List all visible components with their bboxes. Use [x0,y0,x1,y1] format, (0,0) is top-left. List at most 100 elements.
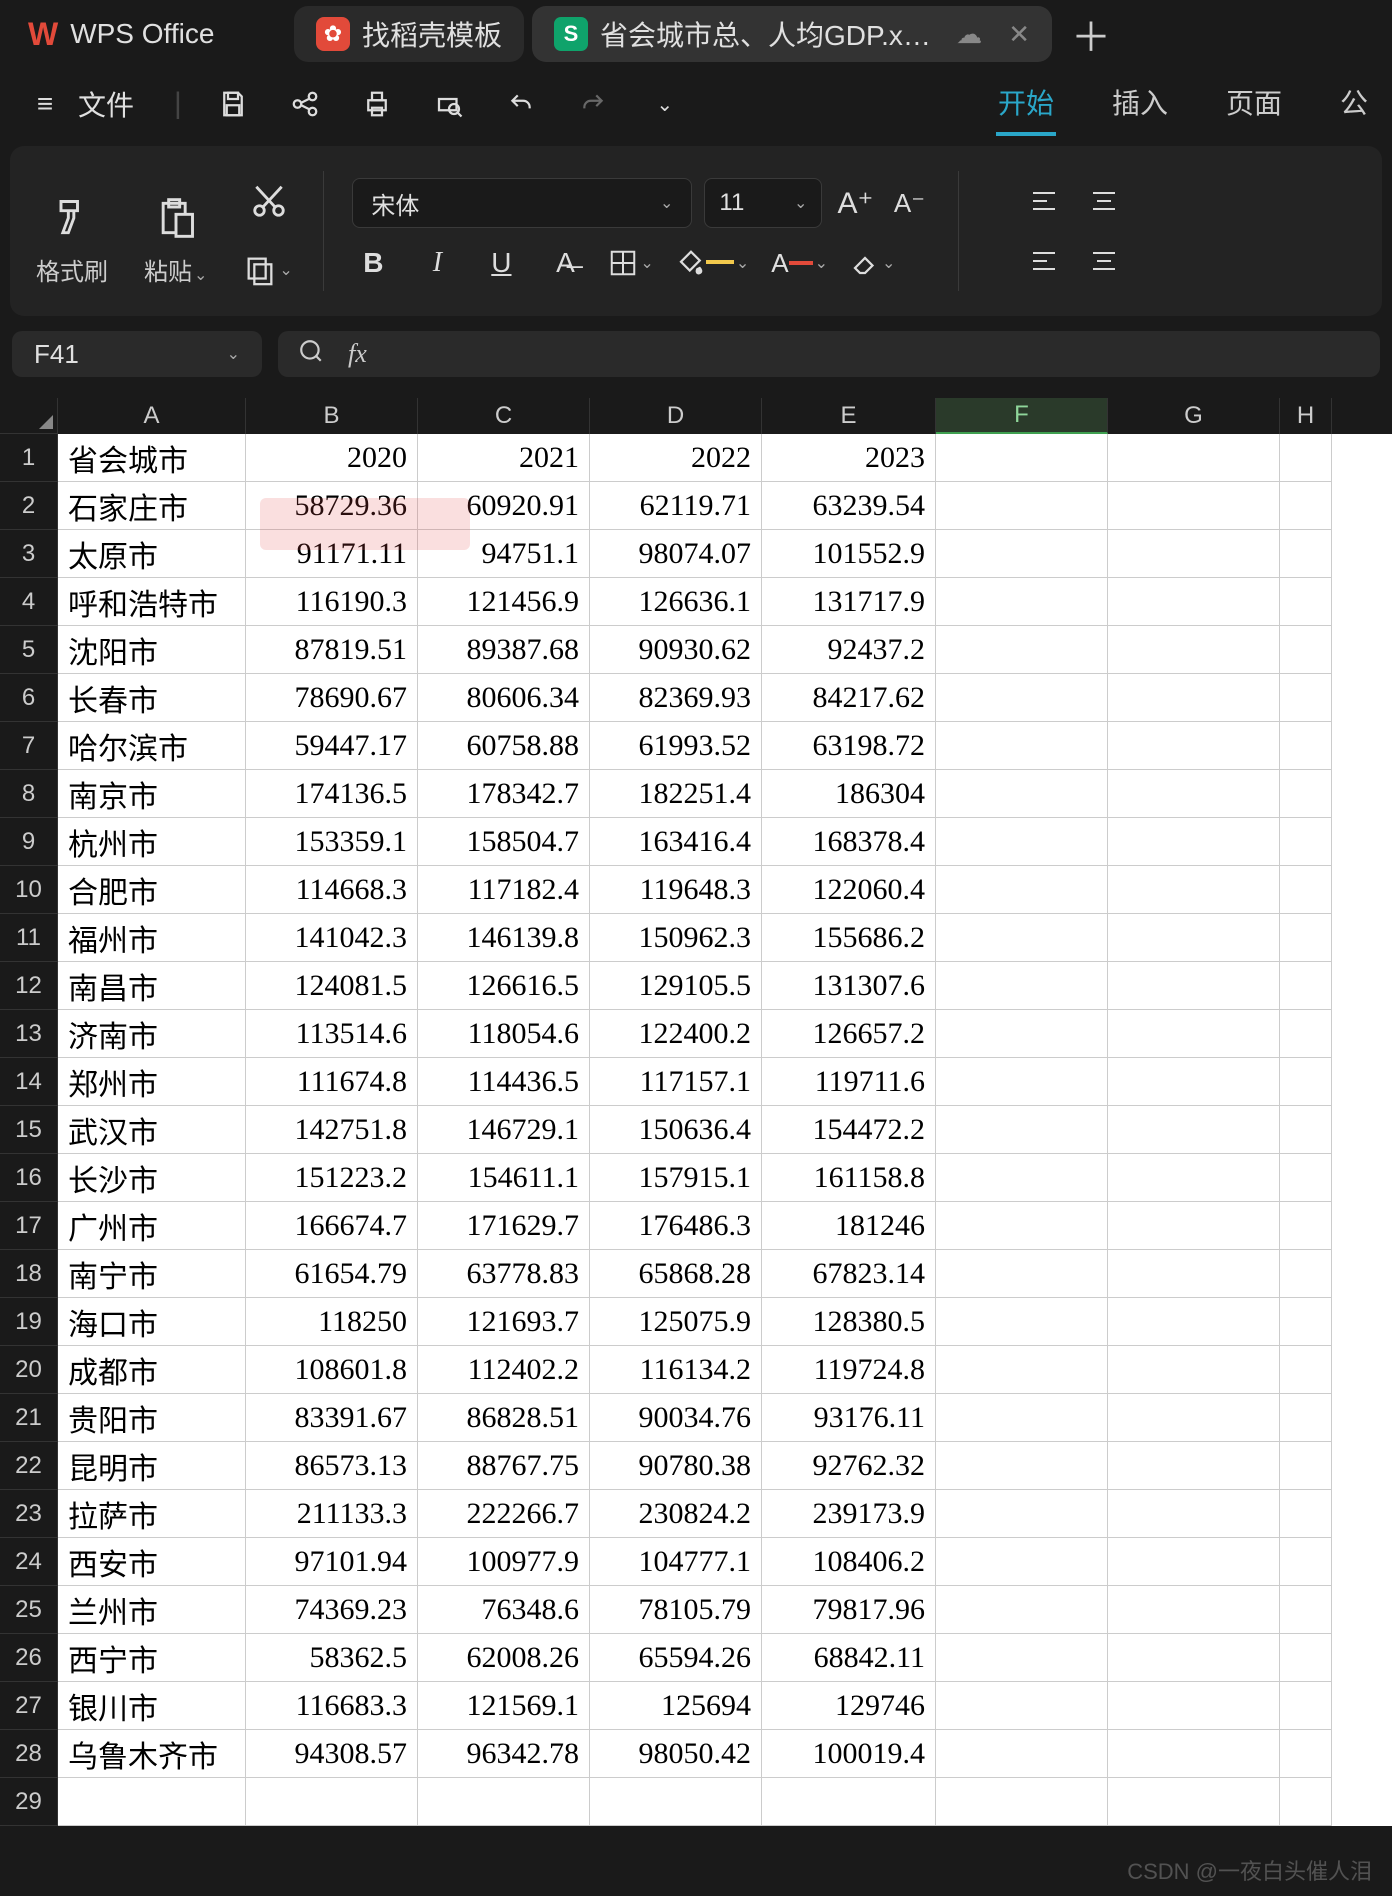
row-header[interactable]: 7 [0,722,58,770]
cell[interactable] [1108,674,1280,722]
eraser-button[interactable]: ⌄ [850,248,895,278]
cell[interactable] [936,1154,1108,1202]
cell[interactable] [1280,1010,1332,1058]
cell[interactable]: 长春市 [58,674,246,722]
cell[interactable]: 131307.6 [762,962,936,1010]
cell[interactable]: 济南市 [58,1010,246,1058]
cell[interactable] [1280,818,1332,866]
row-header[interactable]: 15 [0,1106,58,1154]
cell[interactable]: 南昌市 [58,962,246,1010]
row-header[interactable]: 24 [0,1538,58,1586]
cell[interactable]: 112402.2 [418,1346,590,1394]
col-header-D[interactable]: D [590,398,762,434]
cell[interactable]: 78690.67 [246,674,418,722]
print-preview-icon[interactable] [428,83,470,125]
cell[interactable]: 62008.26 [418,1634,590,1682]
cell[interactable]: 116134.2 [590,1346,762,1394]
cell[interactable]: 兰州市 [58,1586,246,1634]
cell[interactable]: 63198.72 [762,722,936,770]
cell[interactable] [1280,1058,1332,1106]
cell[interactable]: 239173.9 [762,1490,936,1538]
cell[interactable]: 58362.5 [246,1634,418,1682]
cell[interactable] [1280,1586,1332,1634]
cell[interactable] [1108,1490,1280,1538]
cell[interactable]: 182251.4 [590,770,762,818]
col-header-B[interactable]: B [246,398,418,434]
tab-insert[interactable]: 插入 [1110,72,1170,136]
row-header[interactable]: 3 [0,530,58,578]
cell[interactable] [936,818,1108,866]
cell[interactable] [936,866,1108,914]
cell[interactable] [1280,1682,1332,1730]
cell[interactable] [1280,1346,1332,1394]
cell[interactable] [936,962,1108,1010]
cell[interactable]: 116190.3 [246,578,418,626]
cell[interactable] [936,770,1108,818]
cell[interactable]: 82369.93 [590,674,762,722]
cell[interactable]: 174136.5 [246,770,418,818]
cell[interactable] [1280,626,1332,674]
cell[interactable]: 哈尔滨市 [58,722,246,770]
cell[interactable] [58,1778,246,1826]
cell[interactable]: 154472.2 [762,1106,936,1154]
row-header[interactable]: 14 [0,1058,58,1106]
cell[interactable] [1108,1058,1280,1106]
row-header[interactable]: 19 [0,1298,58,1346]
cell[interactable]: 150636.4 [590,1106,762,1154]
cell[interactable]: 126616.5 [418,962,590,1010]
cell[interactable]: 成都市 [58,1346,246,1394]
cell[interactable]: 呼和浩特市 [58,578,246,626]
cell[interactable]: 116683.3 [246,1682,418,1730]
cell[interactable] [1280,1730,1332,1778]
col-header-A[interactable]: A [58,398,246,434]
bold-button[interactable]: B [352,242,394,284]
cell[interactable]: 181246 [762,1202,936,1250]
format-painter-button[interactable]: 格式刷 [36,192,108,287]
cell[interactable]: 65594.26 [590,1634,762,1682]
cell[interactable]: 90930.62 [590,626,762,674]
cell[interactable]: 银川市 [58,1682,246,1730]
align-left-icon[interactable] [1023,240,1065,282]
cell[interactable]: 166674.7 [246,1202,418,1250]
cell[interactable]: 100019.4 [762,1730,936,1778]
cell[interactable]: 150962.3 [590,914,762,962]
cell[interactable]: 119648.3 [590,866,762,914]
cut-icon[interactable] [243,175,295,227]
cell[interactable]: 230824.2 [590,1490,762,1538]
cell[interactable]: 158504.7 [418,818,590,866]
cell[interactable] [936,1394,1108,1442]
row-header[interactable]: 12 [0,962,58,1010]
cell[interactable] [936,1730,1108,1778]
cell[interactable]: 92762.32 [762,1442,936,1490]
cell[interactable]: 贵阳市 [58,1394,246,1442]
cell[interactable] [936,1010,1108,1058]
col-header-C[interactable]: C [418,398,590,434]
cell[interactable]: 62119.71 [590,482,762,530]
cell[interactable]: 119724.8 [762,1346,936,1394]
row-header[interactable]: 9 [0,818,58,866]
close-icon[interactable]: ✕ [1008,19,1030,50]
row-header[interactable]: 10 [0,866,58,914]
print-icon[interactable] [356,83,398,125]
tab-formula[interactable]: 公 [1338,72,1370,136]
row-header[interactable]: 26 [0,1634,58,1682]
cell[interactable]: 68842.11 [762,1634,936,1682]
cell[interactable]: 146729.1 [418,1106,590,1154]
cell[interactable]: 太原市 [58,530,246,578]
font-name-select[interactable]: 宋体 ⌄ [352,178,692,228]
cell[interactable]: 海口市 [58,1298,246,1346]
cell[interactable]: 沈阳市 [58,626,246,674]
cell[interactable]: 121456.9 [418,578,590,626]
row-header[interactable]: 20 [0,1346,58,1394]
cell[interactable]: 2022 [590,434,762,482]
cell[interactable] [1280,530,1332,578]
dropdown-icon[interactable]: ⌄ [644,83,686,125]
cell[interactable] [936,1442,1108,1490]
file-menu[interactable]: ≡ 文件 [14,83,144,125]
cell[interactable] [1280,674,1332,722]
cancel-formula-icon[interactable] [298,338,324,371]
cell[interactable] [1108,1106,1280,1154]
tab-templates[interactable]: ✿ 找稻壳模板 [294,6,524,62]
cell[interactable] [1108,1250,1280,1298]
cell[interactable]: 福州市 [58,914,246,962]
